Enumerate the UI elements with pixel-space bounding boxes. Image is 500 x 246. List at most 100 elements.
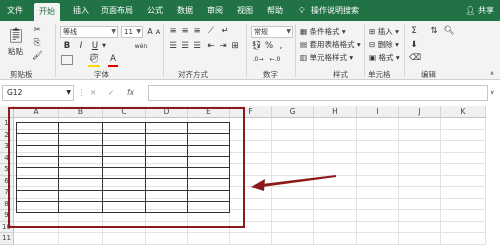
find-select-icon[interactable]: 🔍︎ <box>443 26 455 37</box>
tab-data[interactable]: 数据 <box>177 0 193 21</box>
cancel-entry-icon[interactable]: ✕ <box>90 88 96 98</box>
clipboard-group-label: 剪贴板 <box>10 70 33 79</box>
format-painter-icon[interactable]: 🖌︎ <box>32 51 43 62</box>
grow-font-icon[interactable]: A <box>146 26 154 37</box>
row-gridline <box>14 232 486 233</box>
number-format-select[interactable]: 常规 ▼ <box>251 26 293 38</box>
wrap-text-icon[interactable]: ↵ <box>220 26 230 37</box>
share-button[interactable]: 👤︎ 共享 <box>465 0 494 21</box>
align-middle-icon[interactable]: ≡ <box>180 26 190 37</box>
shrink-font-icon[interactable]: A <box>154 27 162 38</box>
column-header[interactable]: G <box>272 106 314 118</box>
conditional-formatting-button[interactable]: ▦ 条件格式 ▾ <box>300 27 346 37</box>
paste-label[interactable]: 粘贴 <box>8 47 23 57</box>
group-separator <box>295 24 296 77</box>
spreadsheet-grid[interactable]: A B C D E F G H I J K 1 2 3 4 5 6 7 8 9 10 11 <box>0 106 500 246</box>
font-name-select[interactable]: 等线 ▼ <box>60 26 118 38</box>
align-top-icon[interactable]: ≡ <box>168 26 178 37</box>
annotation-arrow <box>251 175 336 191</box>
percent-button[interactable]: % <box>264 41 274 52</box>
align-center-icon[interactable]: ☰ <box>180 41 190 52</box>
paste-icon[interactable]: 📋︎ <box>6 25 26 45</box>
align-bottom-icon[interactable]: ≡ <box>192 26 202 37</box>
autosum-button[interactable]: Σ <box>409 26 419 37</box>
format-cells-button[interactable]: ▣ 格式 ▾ <box>369 53 400 63</box>
cell-styles-button[interactable]: ▥ 单元格样式 ▾ <box>300 53 353 63</box>
increase-indent-icon[interactable]: ⇥ <box>218 41 228 52</box>
alignment-group-label: 对齐方式 <box>178 70 208 79</box>
delete-cells-button[interactable]: ⊟ 删除 ▾ <box>369 40 399 50</box>
column-header[interactable]: K <box>441 106 486 118</box>
conditional-formatting-label: 条件格式 <box>309 27 340 36</box>
tab-review[interactable]: 审阅 <box>207 0 223 21</box>
collapse-ribbon-icon[interactable]: ∧ <box>488 68 496 79</box>
number-group-label: 数字 <box>263 70 278 79</box>
format-icon: ▣ <box>369 53 377 62</box>
share-label: 共享 <box>478 6 494 15</box>
number-format-value: 常规 <box>254 28 268 36</box>
confirm-entry-icon[interactable]: ✓ <box>108 88 114 98</box>
sort-filter-icon[interactable]: ⇅ <box>428 26 440 37</box>
chevron-down-icon[interactable]: ▼ <box>101 41 107 52</box>
tab-home[interactable]: 开始 <box>34 3 60 21</box>
insert-cells-button[interactable]: ⊞ 插入 ▾ <box>369 27 399 37</box>
decrease-decimal-icon[interactable]: ←.0 <box>268 54 282 65</box>
name-box[interactable]: G12 ▼ <box>2 85 74 101</box>
cell-styles-label: 单元格样式 <box>309 53 347 62</box>
column-gridline <box>398 118 399 245</box>
tab-formulas[interactable]: 公式 <box>147 0 163 21</box>
ribbon: 📋︎ 粘贴 ✂ ⎘ 🖌︎ 剪贴板 等线 ▼ 11 ▼ A A B I U ▼ wén… <box>0 21 500 80</box>
border-icon[interactable] <box>61 55 73 65</box>
chevron-down-icon: ▼ <box>286 28 291 35</box>
cells-group-label: 单元格 <box>368 70 391 79</box>
group-separator <box>163 24 164 77</box>
formula-bar: G12 ▼ ⋮ ✕ ✓ fx ∨ <box>0 84 500 103</box>
orientation-icon[interactable]: ⟋ <box>206 26 216 37</box>
column-header[interactable]: I <box>357 106 399 118</box>
clear-eraser-icon[interactable]: ⌫ <box>409 53 421 64</box>
increase-decimal-icon[interactable]: .0→ <box>251 54 265 65</box>
fill-color-icon[interactable]: 🪣︎ <box>88 54 100 65</box>
delete-label: 删除 <box>377 40 393 49</box>
chevron-down-icon: ▼ <box>136 28 141 35</box>
insert-icon: ⊞ <box>369 27 376 36</box>
expand-formula-bar-icon[interactable]: ∨ <box>490 88 494 98</box>
font-size-select[interactable]: 11 ▼ <box>121 26 143 38</box>
comma-style-button[interactable]: , <box>276 41 286 52</box>
copy-icon[interactable]: ⎘ <box>32 38 42 49</box>
align-right-icon[interactable]: ☰ <box>192 41 202 52</box>
fill-color-swatch <box>88 65 100 67</box>
underline-button[interactable]: U <box>90 41 100 52</box>
row-header[interactable]: 11 <box>0 233 14 245</box>
merge-center-icon[interactable]: ⊞ <box>230 41 240 52</box>
column-header[interactable]: J <box>399 106 441 118</box>
tab-page-layout[interactable]: 页面布局 <box>101 0 133 21</box>
accounting-format-icon[interactable]: 💱︎ <box>251 41 262 52</box>
annotation-highlight-box <box>8 107 245 228</box>
insert-function-icon[interactable]: fx <box>127 88 134 98</box>
tab-insert[interactable]: 插入 <box>73 0 89 21</box>
person-icon: 👤︎ <box>465 6 476 15</box>
tab-help[interactable]: 帮助 <box>267 0 283 21</box>
formula-input[interactable] <box>148 85 488 101</box>
phonetic-guide-icon[interactable]: wén <box>132 41 150 52</box>
fill-down-icon[interactable]: ⬇ <box>409 40 419 51</box>
table-icon: ▤ <box>300 40 308 49</box>
font-color-button[interactable]: A <box>108 54 118 65</box>
formula-bar-handle: ⋮ <box>78 88 86 97</box>
chevron-down-icon: ▼ <box>111 28 116 35</box>
format-as-table-button[interactable]: ▤ 套用表格格式 ▾ <box>300 40 361 50</box>
decrease-indent-icon[interactable]: ⇤ <box>206 41 216 52</box>
column-header[interactable]: H <box>314 106 357 118</box>
tab-view[interactable]: 视图 <box>237 0 253 21</box>
delete-icon: ⊟ <box>369 40 376 49</box>
cut-icon[interactable]: ✂ <box>32 25 42 36</box>
bold-button[interactable]: B <box>62 41 72 52</box>
italic-button[interactable]: I <box>76 41 86 52</box>
align-left-icon[interactable]: ☰ <box>168 41 178 52</box>
font-name-value: 等线 <box>63 28 77 36</box>
tab-file[interactable]: 文件 <box>7 0 23 21</box>
tell-me-search[interactable]: 操作说明搜索 <box>311 0 359 21</box>
font-color-swatch <box>108 65 118 67</box>
chevron-down-icon: ▼ <box>66 89 71 96</box>
